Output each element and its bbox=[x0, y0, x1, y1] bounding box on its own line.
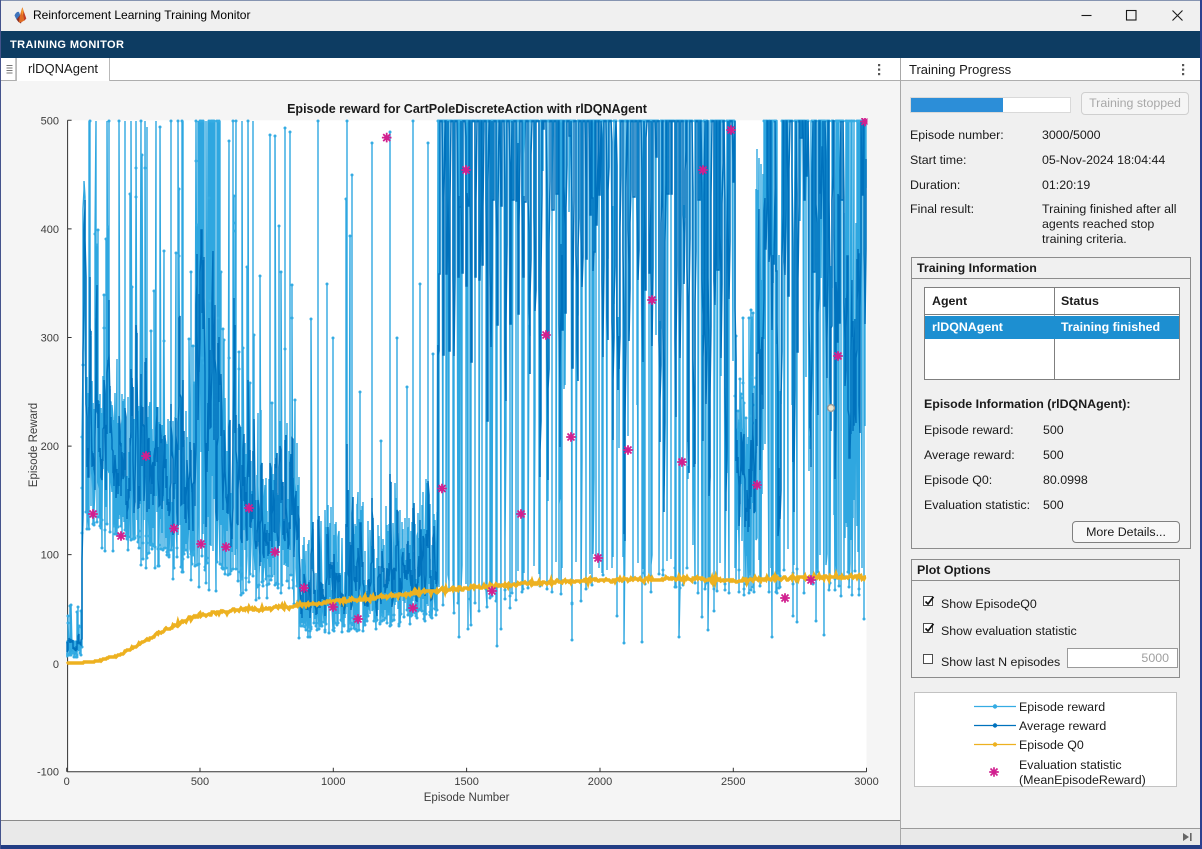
svg-text:100: 100 bbox=[41, 550, 59, 562]
svg-text:500: 500 bbox=[191, 776, 209, 788]
svg-text:1000: 1000 bbox=[321, 776, 345, 788]
svg-text:0: 0 bbox=[64, 776, 70, 788]
svg-text:500: 500 bbox=[41, 115, 59, 127]
svg-text:0: 0 bbox=[53, 659, 59, 671]
svg-text:2500: 2500 bbox=[721, 776, 745, 788]
svg-text:Episode Number: Episode Number bbox=[424, 792, 510, 804]
svg-text:300: 300 bbox=[41, 333, 59, 345]
svg-text:Episode Reward: Episode Reward bbox=[28, 403, 40, 487]
svg-text:200: 200 bbox=[41, 441, 59, 453]
svg-text:Episode reward for CartPoleDis: Episode reward for CartPoleDiscreteActio… bbox=[287, 102, 648, 116]
svg-text:1500: 1500 bbox=[454, 776, 478, 788]
svg-text:3000: 3000 bbox=[854, 776, 878, 788]
svg-text:-100: -100 bbox=[37, 767, 59, 779]
svg-text:2000: 2000 bbox=[588, 776, 612, 788]
svg-text:400: 400 bbox=[41, 224, 59, 236]
